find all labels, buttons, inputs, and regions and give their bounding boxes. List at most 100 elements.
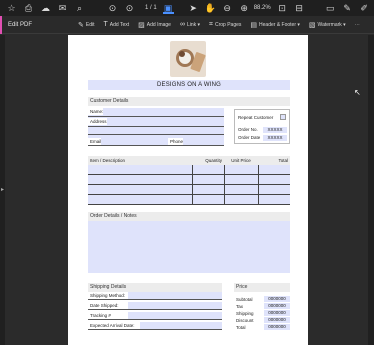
pdf-editor-window: ☆ ⎙ ☁ ✉ ⌕ ⊙ ⊙ 1 / 1 ▣ ➤ ✋ ⊖ ⊕ 88.2% ⊡ ⊟ … — [0, 0, 374, 345]
table-column-divider — [224, 165, 225, 205]
link-button[interactable]: ∞ Link ▾ — [180, 21, 200, 28]
search-icon[interactable]: ⌕ — [74, 3, 85, 14]
header-footer-button[interactable]: ▤ Header & Footer ▾ — [250, 21, 300, 29]
pdf-page: DESIGNS ON A WING Customer Details Name:… — [68, 35, 308, 345]
col-total: Total — [278, 158, 288, 163]
vertical-scrollbar[interactable] — [368, 35, 374, 345]
address-label: Address — [88, 118, 107, 125]
shipping-details-header: Shipping Details — [88, 283, 222, 292]
cursor-icon[interactable]: ➤ — [188, 3, 199, 14]
left-panel-toggle[interactable]: ▸ — [0, 35, 5, 345]
hand-icon[interactable]: ✋ — [205, 3, 216, 14]
zoom-level[interactable]: 88.2% — [254, 5, 271, 11]
total-row: Total 0000000 — [234, 324, 290, 331]
add-image-icon: ▨ — [138, 21, 145, 29]
table-row — [88, 174, 290, 175]
subtotal-value[interactable]: 0000000 — [264, 296, 290, 302]
order-date-label: Order Date — [238, 135, 261, 140]
add-text-button[interactable]: T Add Text — [104, 21, 130, 28]
items-table-body[interactable] — [88, 165, 290, 205]
latte-art-icon — [179, 51, 185, 57]
bookmark-star-icon[interactable]: ☆ — [6, 3, 17, 14]
mail-icon[interactable]: ✉ — [57, 3, 68, 14]
edit-icon: ✎ — [78, 21, 84, 29]
order-notes-field[interactable] — [88, 221, 290, 273]
shipping-cost-row: Shipping 0000000 — [234, 310, 290, 317]
tracking-label: Tracking # — [88, 312, 128, 320]
total-value[interactable]: 0000000 — [264, 324, 290, 330]
shipping-method-field[interactable] — [128, 292, 222, 300]
header-footer-icon: ▤ — [250, 21, 258, 29]
edit-pdf-title: Edit PDF — [8, 21, 33, 28]
expand-arrow-icon: ▸ — [1, 187, 5, 193]
sign-icon[interactable]: ✐ — [359, 3, 370, 14]
add-text-icon: T — [103, 21, 108, 28]
customer-details-header: Customer Details — [88, 97, 290, 106]
tax-value[interactable]: 0000000 — [264, 303, 290, 309]
email-line — [88, 145, 224, 146]
expected-arrival-label: Expected Arrival Date: — [88, 322, 140, 330]
shipping-method-row[interactable]: Shipping Method: — [88, 292, 222, 300]
date-shipped-field[interactable] — [128, 302, 222, 310]
crop-icon: ⌗ — [209, 20, 213, 28]
fit-page-icon[interactable]: ⊡ — [277, 3, 288, 14]
order-date-value[interactable]: XXXXX — [263, 135, 287, 141]
comment-icon[interactable]: ▭ — [325, 3, 336, 14]
shipping-cost-value[interactable]: 0000000 — [264, 310, 290, 316]
cloud-upload-icon[interactable]: ☁ — [40, 3, 51, 14]
zoom-out-icon[interactable]: ⊖ — [222, 3, 233, 14]
shipping-method-label: Shipping Method: — [88, 292, 128, 300]
table-row — [88, 184, 290, 185]
crop-pages-button[interactable]: ⌗ Crop Pages — [209, 21, 241, 29]
expected-arrival-field[interactable] — [140, 322, 222, 330]
link-icon: ∞ — [179, 21, 185, 28]
discount-row: Discount 0000000 — [234, 317, 290, 324]
repeat-customer-checkbox[interactable] — [280, 114, 286, 120]
mouse-cursor-icon: ↖ — [354, 88, 361, 97]
zoom-in-icon[interactable]: ⊕ — [239, 3, 250, 14]
tax-row: Tax 0000000 — [234, 303, 290, 310]
total-label: Total — [236, 325, 246, 330]
page-indicator[interactable]: 1 / 1 — [145, 5, 157, 11]
col-unit-price: Unit Price — [231, 158, 251, 163]
order-info-box: Repeat Customer Order No. XXXXX Order Da… — [234, 109, 290, 144]
order-no-label: Order No. — [238, 127, 258, 132]
date-shipped-label: Date Shipped: — [88, 302, 128, 310]
company-name: DESIGNS ON A WING — [88, 80, 290, 90]
print-icon[interactable]: ⎙ — [23, 3, 34, 14]
watermark-button[interactable]: ▧ Watermark ▾ — [309, 21, 346, 29]
next-page-icon[interactable]: ⊙ — [124, 3, 135, 14]
prev-page-icon[interactable]: ⊙ — [107, 3, 118, 14]
pen-icon[interactable]: ✎ — [342, 3, 353, 14]
top-toolbar: ☆ ⎙ ☁ ✉ ⌕ ⊙ ⊙ 1 / 1 ▣ ➤ ✋ ⊖ ⊕ 88.2% ⊡ ⊟ … — [0, 0, 374, 16]
email-label: Email — [88, 138, 102, 145]
tax-label: Tax — [236, 304, 244, 309]
table-column-divider — [258, 165, 259, 205]
more-options-icon[interactable]: ⋯ — [355, 22, 360, 28]
subtotal-row: Subtotal 0000000 — [234, 296, 290, 303]
text-select-icon[interactable]: ▣ — [162, 3, 174, 14]
subtotal-label: Subtotal — [236, 297, 253, 302]
name-label: Name: — [88, 108, 104, 115]
col-quantity: Quantity — [205, 158, 222, 163]
repeat-customer-label: Repeat Customer — [238, 115, 274, 120]
address-line-2 — [88, 134, 224, 135]
company-logo — [170, 41, 206, 77]
name-line — [88, 116, 224, 117]
order-no-value[interactable]: XXXXX — [263, 127, 287, 133]
add-image-button[interactable]: ▨ Add Image — [138, 21, 171, 29]
watermark-icon: ▧ — [308, 21, 316, 29]
items-table-header: Item / Description Quantity Unit Price T… — [88, 156, 290, 165]
edit-mode-marker — [0, 15, 2, 34]
expected-arrival-row[interactable]: Expected Arrival Date: — [88, 322, 222, 330]
edit-button[interactable]: ✎ Edit — [78, 21, 95, 29]
table-column-divider — [192, 165, 193, 205]
tracking-field[interactable] — [128, 312, 222, 320]
scroll-mode-icon[interactable]: ⊟ — [294, 3, 305, 14]
date-shipped-row[interactable]: Date Shipped: — [88, 302, 222, 310]
tracking-row[interactable]: Tracking # — [88, 312, 222, 320]
col-item-description: Item / Description — [90, 158, 126, 163]
discount-value[interactable]: 0000000 — [264, 317, 290, 323]
order-notes-header: Order Details / Notes — [88, 212, 290, 221]
address-line-1 — [88, 126, 224, 127]
